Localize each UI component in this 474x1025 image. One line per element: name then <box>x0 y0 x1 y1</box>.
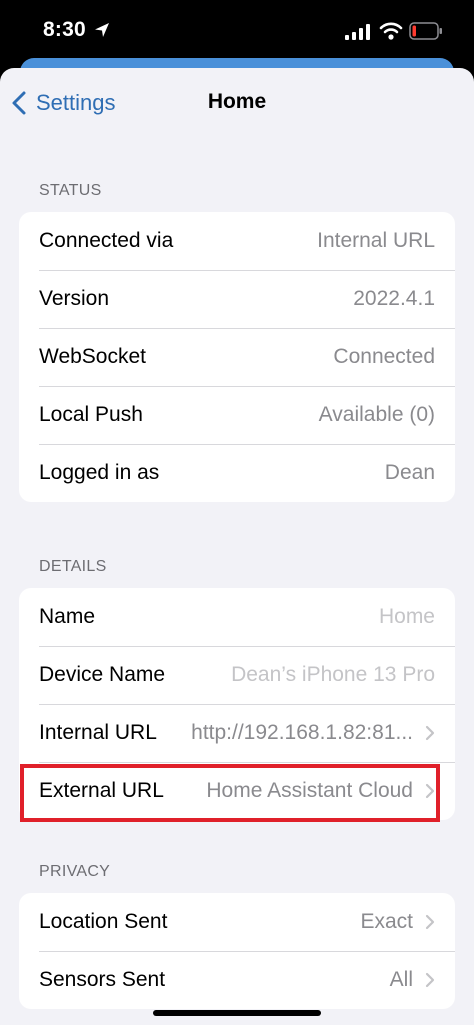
privacy-group: Location Sent Exact Sensors Sent All <box>19 893 455 1009</box>
row-value: Connected <box>333 345 435 368</box>
status-group: Connected via Internal URL Version 2022.… <box>19 212 455 502</box>
navigation-bar: Settings Home <box>0 68 474 138</box>
row-label: Device Name <box>39 663 166 686</box>
chevron-right-icon <box>425 725 435 741</box>
chevron-right-icon <box>425 914 435 930</box>
wifi-icon <box>379 22 403 40</box>
row-label: Local Push <box>39 403 143 426</box>
battery-low-icon <box>409 22 442 40</box>
status-row-connected-via: Connected via Internal URL <box>19 212 455 270</box>
status-time: 8:30 <box>43 18 86 41</box>
privacy-row-location-sent[interactable]: Location Sent Exact <box>19 893 455 951</box>
row-label: Name <box>39 605 96 628</box>
highlight-box <box>20 764 440 822</box>
section-header-details: DETAILS <box>39 558 107 575</box>
row-value: http://192.168.1.82:81... <box>191 721 413 744</box>
section-header-privacy: PRIVACY <box>39 863 111 880</box>
row-label: WebSocket <box>39 345 146 368</box>
row-value: 2022.4.1 <box>353 287 435 310</box>
status-bar: 8:30 <box>0 0 474 62</box>
details-row-name[interactable]: Name Home <box>19 588 455 646</box>
row-value: All <box>389 968 413 991</box>
details-row-internal-url[interactable]: Internal URL http://192.168.1.82:81... <box>19 704 455 762</box>
status-row-websocket: WebSocket Connected <box>19 328 455 386</box>
row-value: Internal URL <box>317 229 435 252</box>
settings-sheet: Settings Home STATUS Connected via Inter… <box>0 68 474 1025</box>
row-value: Exact <box>360 910 413 933</box>
row-value: Available (0) <box>318 403 435 426</box>
status-row-local-push: Local Push Available (0) <box>19 386 455 444</box>
row-label: Internal URL <box>39 721 157 744</box>
row-label: Location Sent <box>39 910 168 933</box>
status-row-version: Version 2022.4.1 <box>19 270 455 328</box>
status-row-logged-in-as: Logged in as Dean <box>19 444 455 502</box>
row-label: Connected via <box>39 229 174 252</box>
row-label: Logged in as <box>39 461 160 484</box>
page-title: Home <box>207 90 267 113</box>
location-arrow-icon <box>95 23 109 37</box>
row-value: Dean <box>384 461 435 484</box>
row-label: Version <box>39 287 110 310</box>
details-row-device-name[interactable]: Device Name Dean’s iPhone 13 Pro <box>19 646 455 704</box>
chevron-right-icon <box>425 972 435 988</box>
device-name-input[interactable]: Dean’s iPhone 13 Pro <box>221 663 435 687</box>
row-label: Sensors Sent <box>39 968 166 991</box>
home-indicator[interactable] <box>153 1010 321 1016</box>
name-input[interactable]: Home <box>369 605 435 629</box>
cellular-signal-icon <box>345 24 370 40</box>
section-header-status: STATUS <box>39 182 102 199</box>
privacy-row-sensors-sent[interactable]: Sensors Sent All <box>19 951 455 1009</box>
